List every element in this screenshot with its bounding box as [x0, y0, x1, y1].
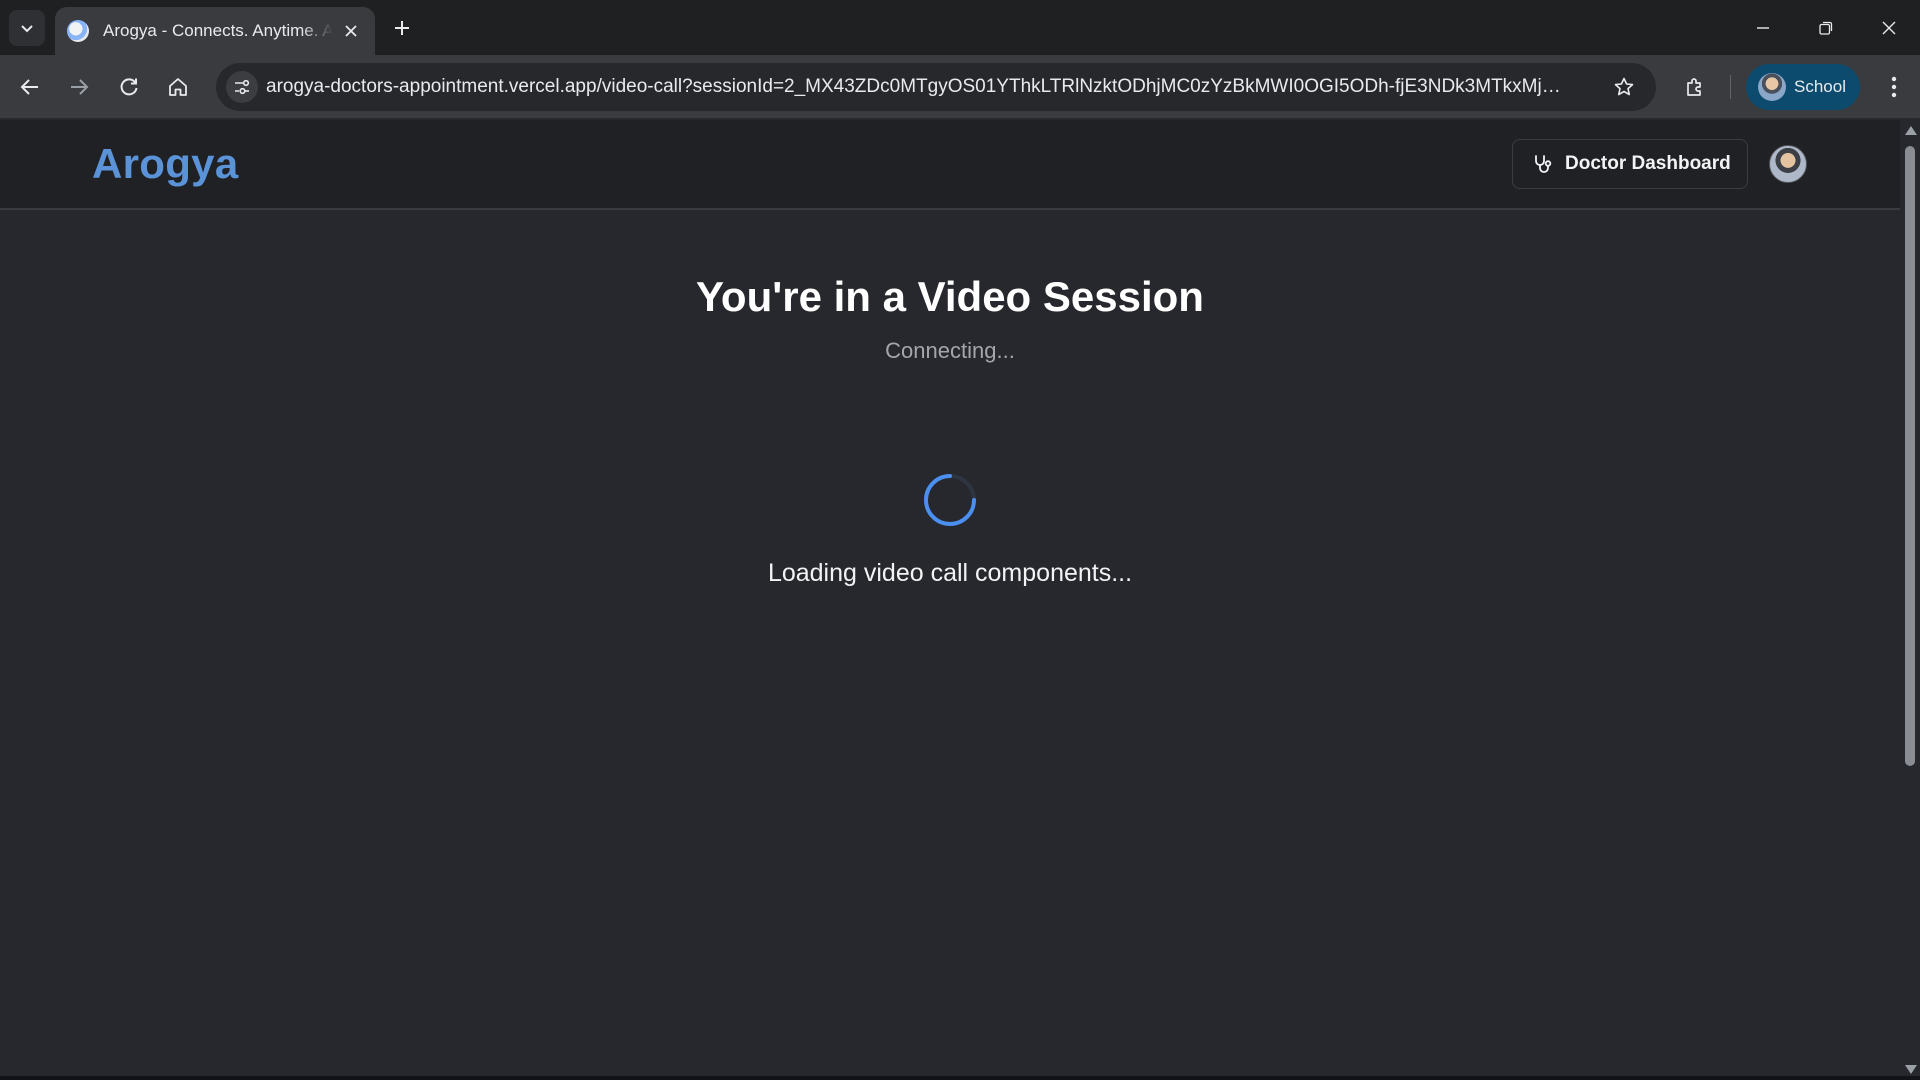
avatar	[1758, 73, 1786, 101]
brand-logo[interactable]: Arogya	[92, 140, 239, 188]
browser-tab-active[interactable]: Arogya - Connects. Anytime. Anywhere.	[55, 7, 375, 55]
close-icon	[345, 25, 357, 37]
scrollbar-thumb[interactable]	[1905, 146, 1915, 766]
tab-search-button[interactable]	[9, 10, 45, 46]
scroll-up-arrow-icon[interactable]	[1905, 126, 1917, 135]
minimize-button[interactable]	[1741, 8, 1785, 48]
browser-toolbar: arogya-doctors-appointment.vercel.app/vi…	[0, 55, 1920, 119]
plus-icon	[395, 21, 409, 35]
extensions-button[interactable]	[1677, 69, 1713, 105]
reload-button[interactable]	[111, 69, 147, 105]
avatar[interactable]	[1769, 145, 1807, 183]
site-navbar: Arogya Doctor Dashboard	[0, 120, 1900, 210]
loading-message: Loading video call components...	[767, 559, 1133, 587]
reload-icon	[120, 78, 138, 96]
page-title: You're in a Video Session	[696, 273, 1204, 320]
site-info-button[interactable]	[226, 71, 258, 103]
new-tab-button[interactable]	[388, 14, 416, 42]
tab-close-button[interactable]	[339, 19, 363, 43]
url-text[interactable]: arogya-doctors-appointment.vercel.app/vi…	[266, 63, 1566, 111]
back-button[interactable]	[12, 69, 48, 105]
address-bar[interactable]: arogya-doctors-appointment.vercel.app/vi…	[216, 63, 1656, 111]
stethoscope-icon	[1535, 155, 1552, 173]
kebab-menu-icon	[1891, 76, 1897, 98]
profile-button[interactable]: School	[1746, 64, 1860, 110]
profile-label: School	[1794, 77, 1846, 96]
browser-tabstrip: Arogya - Connects. Anytime. Anywhere.	[0, 0, 1920, 55]
forward-button[interactable]	[61, 69, 97, 105]
page-scrollbar[interactable]	[1900, 120, 1920, 1080]
home-button[interactable]	[160, 69, 196, 105]
connection-status: Connecting...	[885, 338, 1015, 363]
restore-button[interactable]	[1804, 8, 1848, 48]
forward-icon	[71, 79, 89, 95]
favicon-icon	[67, 20, 89, 42]
close-icon	[1882, 21, 1896, 35]
toolbar-divider	[1730, 75, 1731, 99]
back-icon	[20, 79, 38, 95]
doctor-dashboard-button[interactable]: Doctor Dashboard	[1512, 139, 1748, 189]
minimize-icon	[1757, 27, 1769, 29]
scroll-down-arrow-icon[interactable]	[1905, 1065, 1917, 1074]
site-info-icon	[235, 79, 250, 95]
doctor-dashboard-label: Doctor Dashboard	[1565, 153, 1731, 174]
loading-spinner-icon	[924, 474, 976, 526]
extensions-icon	[1687, 78, 1701, 96]
restore-icon	[1819, 21, 1833, 35]
window-bottom-edge	[0, 1076, 1920, 1080]
window-close-button[interactable]	[1867, 8, 1911, 48]
page-viewport: Arogya Doctor Dashboard You're in a Vide…	[0, 120, 1900, 1080]
browser-menu-button[interactable]	[1876, 69, 1912, 105]
tab-title: Arogya - Connects. Anytime. Anywhere.	[103, 21, 333, 40]
star-icon	[1614, 77, 1634, 96]
bookmark-star-button[interactable]	[1610, 73, 1638, 101]
home-icon	[169, 78, 187, 96]
chevron-down-icon	[21, 25, 33, 33]
